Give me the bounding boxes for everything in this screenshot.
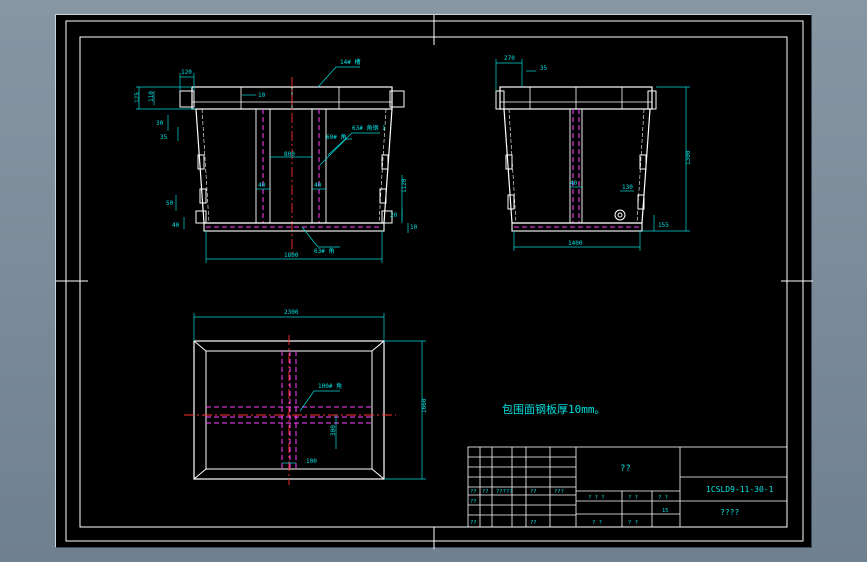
tb-left-cell-2: ????? (496, 489, 513, 495)
tb-part-name: ?? (620, 464, 631, 474)
dim-text-top-h2: 110 (148, 91, 155, 102)
dim-text-top-h1: 125 (134, 92, 141, 103)
plan-dim-text-mid: 300 (330, 425, 337, 436)
plan-dim-text-width: 2300 (284, 309, 299, 316)
plan-dim-text-height: 1660 (421, 398, 428, 413)
callout-post: 60# 角 (326, 133, 346, 141)
tb-left-cell-1: ?? (482, 489, 489, 495)
tb-drawing-no: 1CSLD9-11-30-1 (706, 485, 774, 494)
leader-post (319, 138, 352, 166)
tb-mid-cell-1: ? ? (628, 495, 638, 501)
side-drain-plug (614, 209, 626, 221)
side-dim-text-post: 40 (570, 180, 578, 187)
plan-callout: 100# 角 (318, 382, 342, 390)
sheet-inner-border (79, 36, 788, 528)
callout-top-beam: 14# 槽 (340, 58, 360, 66)
dim-text-right-h2: 20 (390, 212, 398, 219)
drawing-viewport[interactable]: 120 125 110 30 35 50 40 10 800 40 40 112… (55, 14, 813, 549)
plan-view[interactable]: 2300 1660 100# 角 300 100 (184, 309, 428, 485)
side-view[interactable]: 270 35 1300 40 130 155 1400 (495, 55, 692, 251)
dim-text-post-left: 40 (258, 182, 266, 189)
dim-text-right-h1: 1120 (401, 178, 408, 193)
tb-mid-cell-4: ? ? (592, 520, 602, 526)
side-dim-text-top-w2: 35 (540, 65, 548, 72)
front-foot-left (195, 210, 207, 224)
callout-base: 63# 角 (314, 247, 334, 255)
cad-drawing-canvas[interactable]: 120 125 110 30 35 50 40 10 800 40 40 112… (56, 15, 813, 549)
side-dim-text-base-h: 155 (658, 222, 669, 229)
leader-top-beam (317, 66, 360, 88)
tb-left-cell-5: ?? (470, 499, 477, 505)
tb-mid-cell-5: ? ? (628, 520, 638, 526)
side-dim-text-base-w: 1400 (568, 240, 583, 247)
tb-left-cell-4: ??? (554, 489, 564, 495)
technical-note: 包围面钢板厚10mm。 (502, 402, 606, 416)
leader-base (301, 226, 340, 248)
side-post (569, 108, 583, 224)
tb-left-cell-0: ?? (470, 489, 477, 495)
dim-text-top-h4: 35 (160, 134, 168, 141)
tb-left-cell-7: ?? (530, 520, 537, 526)
side-body-outline (503, 108, 651, 224)
tb-left-cell-6: ?? (470, 520, 477, 526)
plan-dim-text-bottom: 100 (306, 458, 317, 465)
plan-corner-tr (371, 340, 385, 352)
plan-corner-bl (193, 468, 207, 480)
side-dim-text-top-w: 270 (504, 55, 515, 62)
dim-text-right-h3: 10 (410, 224, 418, 231)
dim-text-base-w: 1800 (284, 252, 299, 259)
side-dim-text-height: 1300 (685, 150, 692, 165)
dim-text-top-h3: 30 (156, 120, 164, 127)
dim-text-post-right: 40 (314, 182, 322, 189)
dim-text-mid-gap: 10 (258, 92, 266, 99)
dim-text-left-lip2: 40 (172, 222, 180, 229)
dim-text-center-w: 800 (284, 151, 295, 158)
plan-corner-br (371, 468, 385, 480)
front-view[interactable]: 120 125 110 30 35 50 40 10 800 40 40 112… (134, 58, 418, 263)
callout-right-upper: 63# 角钢 1 (352, 124, 386, 132)
tb-left-cell-3: ?? (530, 489, 537, 495)
plan-corner-tl (193, 340, 207, 352)
tb-mid-cell-2: ? ? (658, 495, 668, 501)
sheet-outer-border (65, 20, 804, 542)
side-drain-plug-inner (617, 212, 623, 218)
cad-application-frame: 120 125 110 30 35 50 40 10 800 40 40 112… (0, 0, 867, 562)
tb-mid-cell-0: ? ? ? (588, 495, 605, 501)
dim-text-left-lip1: 50 (166, 200, 174, 207)
tb-mid-cell-3: 15 (662, 508, 669, 514)
tb-part-subtitle: ???? (720, 508, 739, 517)
side-dim-text-right: 130 (622, 184, 633, 191)
dim-text-top-w1: 120 (181, 69, 192, 76)
plan-leader (299, 390, 340, 412)
